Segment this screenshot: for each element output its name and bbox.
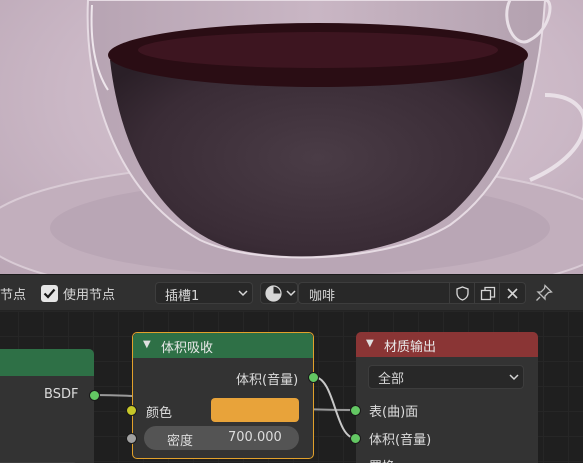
density-label: 密度 — [167, 434, 194, 449]
density-field[interactable]: 密度 700.000 — [144, 426, 299, 450]
duplicate-material-button[interactable] — [474, 283, 500, 303]
checkmark-icon — [43, 288, 56, 299]
principled-bsdf-node[interactable]: BSDF — [0, 349, 94, 463]
node-editor-header: 节点 使用节点 插槽1 咖啡 — [0, 274, 583, 311]
target-dropdown-value: 全部 — [378, 372, 405, 387]
volume-output-socket[interactable] — [308, 372, 319, 383]
node-menu-label[interactable]: 节点 — [0, 284, 26, 303]
shield-icon — [456, 286, 469, 301]
surface-input-socket[interactable] — [350, 405, 361, 416]
volume-output-label: 体积(音量) — [236, 373, 299, 388]
surface-input-label: 表(曲)面 — [369, 405, 419, 420]
node-header — [0, 349, 94, 376]
duplicate-icon — [480, 286, 496, 301]
node-title: 体积吸收 — [161, 341, 214, 356]
collapse-triangle-icon[interactable]: ▼ — [366, 338, 374, 349]
node-editor-canvas[interactable]: BSDF ▼ 体积吸收 体积(音量) 颜色 密度 700.000 ▼ 材质输出 … — [0, 311, 583, 463]
pin-icon[interactable] — [535, 284, 553, 302]
node-title: 材质输出 — [384, 340, 437, 355]
chevron-down-icon — [238, 290, 248, 297]
material-browse-button[interactable] — [260, 282, 298, 304]
slot-dropdown-value: 插槽1 — [165, 289, 200, 304]
density-value: 700.000 — [228, 430, 282, 445]
coffee-cup-image — [0, 0, 583, 274]
use-nodes-label: 使用节点 — [63, 288, 116, 303]
volume-input-socket[interactable] — [350, 433, 361, 444]
chevron-down-icon — [286, 290, 296, 297]
target-dropdown[interactable]: 全部 — [368, 365, 524, 389]
collapse-triangle-icon[interactable]: ▼ — [143, 339, 151, 350]
color-input-label: 颜色 — [146, 406, 173, 421]
viewport-render — [0, 0, 583, 274]
close-icon — [507, 288, 518, 299]
fake-user-button[interactable] — [449, 283, 475, 303]
color-swatch[interactable] — [211, 398, 299, 422]
node-header: ▼ 体积吸收 — [133, 333, 313, 358]
slot-dropdown[interactable]: 插槽1 — [155, 282, 253, 304]
displacement-input-label: 置换 — [369, 456, 395, 463]
bsdf-output-label: BSDF — [44, 387, 79, 402]
chevron-down-icon — [509, 374, 519, 381]
link-volume-volume — [313, 376, 356, 439]
use-nodes-checkbox[interactable] — [41, 285, 58, 302]
color-input-socket[interactable] — [126, 405, 137, 416]
material-sphere-icon — [265, 285, 282, 302]
node-header: ▼ 材质输出 — [356, 332, 538, 357]
material-output-node[interactable]: ▼ 材质输出 全部 表(曲)面 体积(音量) 置换 — [356, 332, 538, 463]
volume-absorption-node[interactable]: ▼ 体积吸收 体积(音量) 颜色 密度 700.000 — [132, 332, 314, 459]
density-input-socket[interactable] — [126, 433, 137, 444]
material-name-value: 咖啡 — [309, 289, 336, 304]
material-name-field[interactable]: 咖啡 — [298, 282, 526, 304]
bsdf-output-socket[interactable] — [89, 390, 100, 401]
volume-input-label: 体积(音量) — [369, 433, 432, 448]
unlink-material-button[interactable] — [499, 283, 525, 303]
